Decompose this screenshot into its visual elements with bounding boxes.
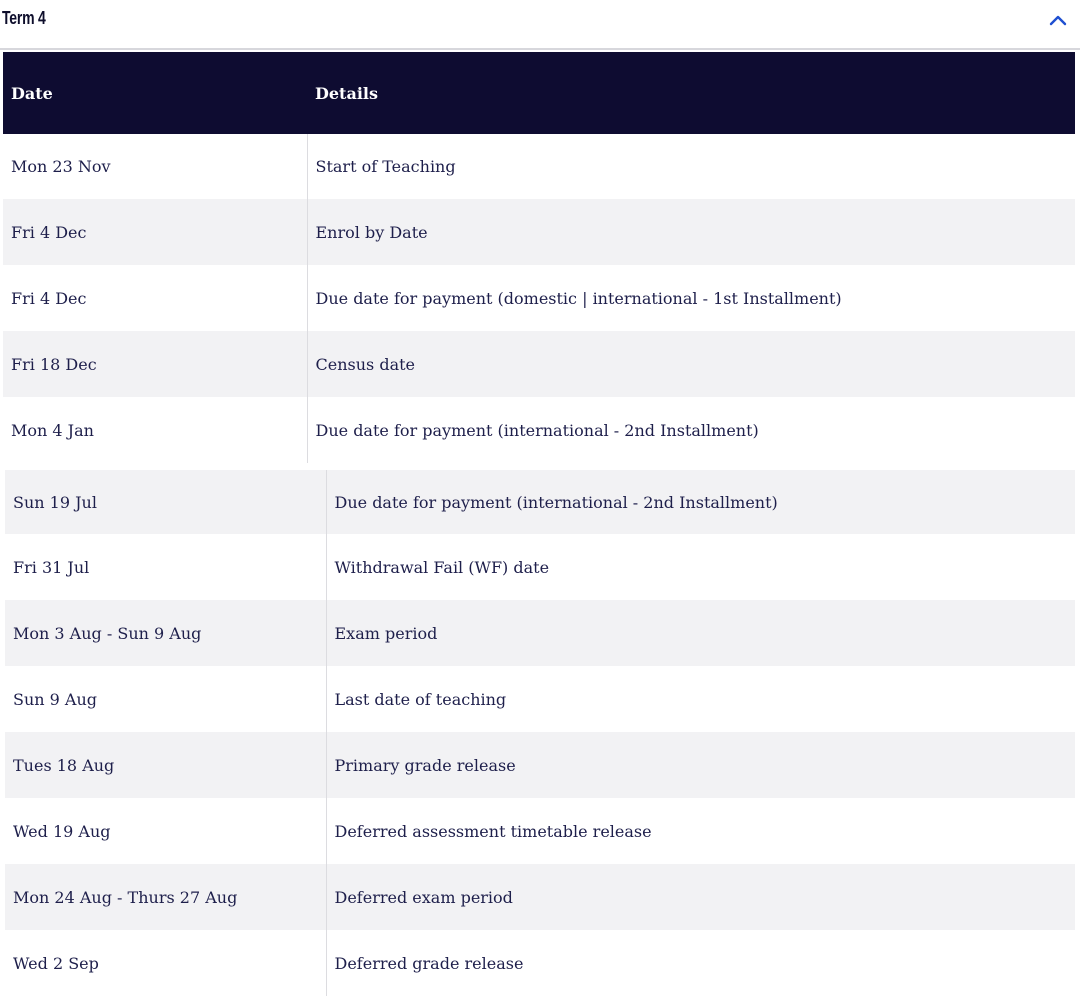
details-cell: Deferred assessment timetable release [334,821,652,841]
details-column-header: Details [307,52,1075,134]
table-row: Mon 24 Aug - Thurs 27 Aug Deferred exam p… [5,864,1075,930]
date-cell: Mon 4 Jan [3,397,308,463]
date-column-header: Date [3,52,307,134]
details-cell: Due date for payment (domestic | interna… [315,288,842,308]
date-cell: Sun 19 Jul [5,470,327,534]
table-row: Sun 9 Aug Last date of teaching [5,666,1075,732]
table-row: Tues 18 Aug Primary grade release [5,732,1075,798]
details-cell: Enrol by Date [307,199,1075,265]
table-row: Fri 4 Dec Enrol by Date [3,199,1075,265]
date-cell: Wed 19 Aug [5,798,327,864]
details-cell: Deferred grade release [334,953,524,973]
details-cell: Census date [307,331,1075,397]
table-row: Wed 2 Sep Deferred grade release [5,930,1075,996]
date-cell: Mon 23 Nov [3,134,308,199]
date-cell: Sun 9 Aug [5,666,327,732]
dates-table-bottom: Sun 19 Jul Due date for payment (internat… [5,470,1075,996]
accordion-title: Term 4 [2,8,46,28]
date-cell: Fri 4 Dec [3,199,308,265]
details-cell: Due date for payment (international - 2n… [326,470,1075,534]
table-row: Sun 19 Jul Due date for payment (internat… [5,470,1075,534]
date-cell: Mon 24 Aug - Thurs 27 Aug [5,864,327,930]
details-cell: Deferred exam period [326,864,1075,930]
date-cell: Mon 3 Aug - Sun 9 Aug [5,600,327,666]
table-row: Mon 23 Nov Start of Teaching [3,134,1075,199]
table-row: Wed 19 Aug Deferred assessment timetable … [5,798,1075,864]
details-cell: Last date of teaching [334,689,507,709]
details-cell: Exam period [326,600,1075,666]
chevron-up-icon[interactable] [1048,10,1068,30]
date-cell: Fri 18 Dec [3,331,308,397]
details-cell: Primary grade release [326,732,1075,798]
table-row: Mon 3 Aug - Sun 9 Aug Exam period [5,600,1075,666]
dates-table-top: Date Details Mon 23 Nov Start of Teaching… [3,52,1075,463]
details-cell: Start of Teaching [315,157,456,176]
date-cell: Fri 4 Dec [3,265,308,331]
details-cell: Due date for payment (international - 2n… [315,420,759,440]
accordion-header[interactable]: Term 4 [0,0,1080,50]
table-row: Fri 4 Dec Due date for payment (domestic … [3,265,1075,331]
date-cell: Wed 2 Sep [5,930,327,996]
table-row: Fri 18 Dec Census date [3,331,1075,397]
table-header-row: Date Details [3,52,1075,134]
date-cell: Tues 18 Aug [5,732,327,798]
date-cell: Fri 31 Jul [5,534,327,600]
table-row: Mon 4 Jan Due date for payment (internati… [3,397,1075,463]
table-row: Fri 31 Jul Withdrawal Fail (WF) date [5,534,1075,600]
details-cell: Withdrawal Fail (WF) date [334,557,550,577]
